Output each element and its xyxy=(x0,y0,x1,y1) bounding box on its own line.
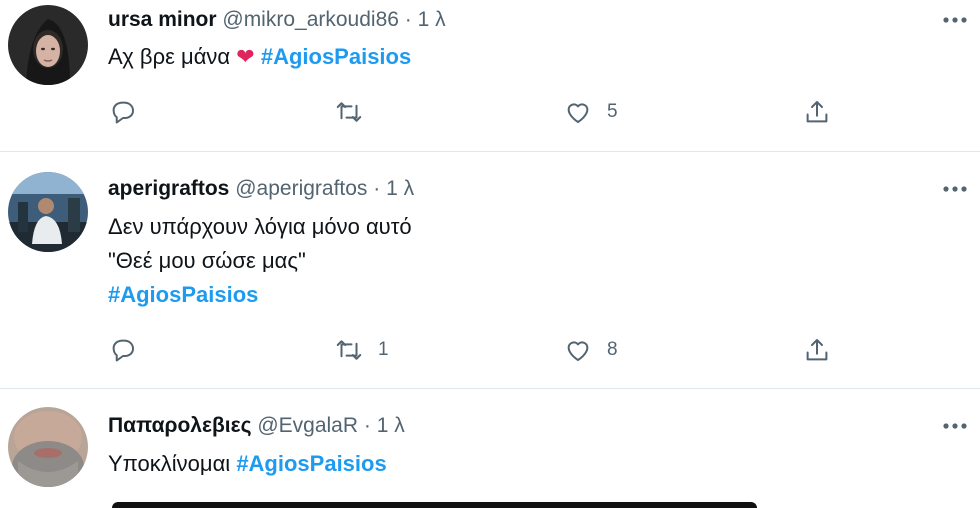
avatar-image xyxy=(8,407,88,487)
tweet-header: aperigraftos @aperigraftos · 1 λ xyxy=(108,176,414,202)
more-options-button[interactable] xyxy=(940,416,970,436)
separator-dot: · xyxy=(404,8,412,31)
share-icon xyxy=(806,339,828,361)
reply-icon xyxy=(112,339,134,362)
tweet-actions: 1 8 xyxy=(108,334,848,366)
reply-icon xyxy=(112,101,134,124)
tweet[interactable]: aperigraftos @aperigraftos · 1 λ Δεν υπά… xyxy=(0,152,980,389)
like-count: 5 xyxy=(607,101,618,122)
user-handle[interactable]: @mikro_arkoudi86 xyxy=(222,8,399,31)
reply-button[interactable] xyxy=(108,334,152,366)
user-handle[interactable]: @aperigraftos xyxy=(235,177,367,200)
tweet[interactable]: Παπαρολεβιες @EvgalaR · 1 λ Υποκλίνομαι … xyxy=(0,389,980,506)
tweet-text-line: Δεν υπάρχουν λόγια μόνο αυτό xyxy=(108,214,412,239)
tweet-text-plain: Υποκλίνομαι xyxy=(108,451,231,476)
avatar[interactable] xyxy=(8,172,88,252)
avatar[interactable] xyxy=(8,407,88,487)
display-name[interactable]: Παπαρολεβιες xyxy=(108,414,251,437)
more-icon xyxy=(943,186,967,192)
retweet-icon xyxy=(336,340,362,360)
retweet-icon xyxy=(336,102,362,122)
separator-dot: · xyxy=(373,177,381,200)
tweet[interactable]: ursa minor @mikro_arkoudi86 · 1 λ Αχ βρε… xyxy=(0,0,980,152)
display-name[interactable]: ursa minor xyxy=(108,8,217,31)
hashtag-link[interactable]: #AgiosPaisios xyxy=(236,451,386,476)
tweet-text: Δεν υπάρχουν λόγια μόνο αυτό "Θεέ μου σώ… xyxy=(108,210,412,312)
more-icon xyxy=(943,17,967,23)
avatar-image xyxy=(8,5,88,85)
more-options-button[interactable] xyxy=(940,179,970,199)
timestamp[interactable]: 1 λ xyxy=(418,8,446,31)
heart-emoji: ❤ xyxy=(236,44,255,69)
tweet-actions: 5 xyxy=(108,96,848,128)
more-options-button[interactable] xyxy=(940,10,970,30)
like-icon xyxy=(567,103,589,123)
tweet-text: Αχ βρε μάνα ❤ #AgiosPaisios xyxy=(108,40,411,74)
like-button[interactable]: 8 xyxy=(563,334,618,366)
timestamp[interactable]: 1 λ xyxy=(386,177,414,200)
tweet-text: Υποκλίνομαι #AgiosPaisios xyxy=(108,447,387,481)
media-preview[interactable] xyxy=(112,502,757,508)
like-button[interactable]: 5 xyxy=(563,96,618,128)
avatar-image xyxy=(8,172,88,252)
hashtag-link[interactable]: #AgiosPaisios xyxy=(108,282,258,307)
avatar[interactable] xyxy=(8,5,88,85)
reply-button[interactable] xyxy=(108,96,152,128)
retweet-count: 1 xyxy=(378,339,389,360)
like-count: 8 xyxy=(607,339,618,360)
share-button[interactable] xyxy=(802,334,832,366)
hashtag-link[interactable]: #AgiosPaisios xyxy=(261,44,411,69)
share-button[interactable] xyxy=(802,96,832,128)
retweet-button[interactable]: 1 xyxy=(334,334,389,366)
tweet-text-line: "Θεέ μου σώσε μας" xyxy=(108,248,306,273)
timestamp[interactable]: 1 λ xyxy=(377,414,405,437)
more-icon xyxy=(943,423,967,429)
display-name[interactable]: aperigraftos xyxy=(108,177,229,200)
like-icon xyxy=(567,341,589,361)
user-handle[interactable]: @EvgalaR xyxy=(257,414,358,437)
tweet-header: ursa minor @mikro_arkoudi86 · 1 λ xyxy=(108,7,446,33)
tweet-header: Παπαρολεβιες @EvgalaR · 1 λ xyxy=(108,413,405,439)
tweet-text-plain: Αχ βρε μάνα xyxy=(108,44,231,69)
retweet-button[interactable] xyxy=(334,96,378,128)
separator-dot: · xyxy=(363,414,371,437)
share-icon xyxy=(806,101,828,123)
